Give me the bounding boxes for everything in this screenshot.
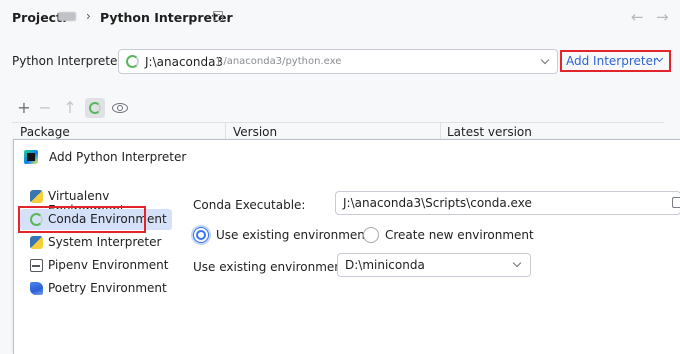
sidebar-item-conda[interactable]: Conda Environment xyxy=(20,209,172,230)
sidebar-item-label: Pipenv Environment xyxy=(48,258,169,272)
python-icon xyxy=(30,190,43,203)
breadcrumb-separator: › xyxy=(86,9,91,23)
minus-icon[interactable]: − xyxy=(35,98,55,118)
python-interpreter-label: Python Interpreter: xyxy=(12,54,127,68)
conda-executable-field[interactable]: J:\anaconda3\Scripts\conda.exe xyxy=(335,191,680,215)
add-interpreter-label: Add Interpreter xyxy=(566,54,658,68)
use-existing-radio-label[interactable]: Use existing environment xyxy=(216,228,370,242)
folder-icon[interactable] xyxy=(672,197,680,208)
add-python-interpreter-dialog: Add Python Interpreter Virtualenv Enviro… xyxy=(13,139,680,354)
sidebar-item-label: Poetry Environment xyxy=(48,281,167,295)
column-package[interactable]: Package xyxy=(20,125,70,139)
conda-icon xyxy=(30,213,43,226)
existing-environment-label: Use existing environment: xyxy=(193,260,351,274)
existing-environment-select[interactable]: D:\miniconda xyxy=(337,253,531,277)
existing-environment-value: D:\miniconda xyxy=(345,258,425,272)
packages-table-header: Package Version Latest version xyxy=(12,122,664,140)
chevron-down-icon xyxy=(512,258,522,268)
pipenv-icon xyxy=(30,259,43,272)
interpreter-name: J:\anaconda3 xyxy=(145,55,224,69)
sidebar-item-pipenv[interactable]: Pipenv Environment xyxy=(20,255,172,276)
plus-icon[interactable]: + xyxy=(14,98,34,118)
sidebar-item-label: System Interpreter xyxy=(48,235,162,249)
conda-executable-value: J:\anaconda3\Scripts\conda.exe xyxy=(343,196,532,210)
back-arrow-icon[interactable]: ← xyxy=(631,8,644,26)
python-interpreter-select[interactable]: J:\anaconda3 J:/anaconda3/python.exe xyxy=(118,49,558,74)
conda-icon xyxy=(126,55,139,68)
sidebar-item-label: Conda Environment xyxy=(48,212,167,226)
pin-icon[interactable] xyxy=(213,11,223,21)
poetry-icon xyxy=(30,282,43,295)
pycharm-logo-icon xyxy=(24,150,38,164)
project-name-redacted xyxy=(58,12,76,21)
add-interpreter-button[interactable]: Add Interpreter xyxy=(560,50,671,72)
sidebar-item-system[interactable]: System Interpreter xyxy=(20,232,172,253)
interpreter-path: J:/anaconda3/python.exe xyxy=(217,56,342,67)
column-latest-version[interactable]: Latest version xyxy=(447,125,532,139)
create-new-radio[interactable] xyxy=(363,227,379,243)
column-version[interactable]: Version xyxy=(233,125,277,139)
column-divider[interactable] xyxy=(225,123,226,139)
use-existing-radio[interactable] xyxy=(193,227,209,243)
column-divider[interactable] xyxy=(440,123,441,139)
sidebar-item-poetry[interactable]: Poetry Environment xyxy=(20,278,172,299)
eye-icon[interactable] xyxy=(110,98,130,118)
upgrade-icon[interactable]: ↑ xyxy=(60,98,80,118)
forward-arrow-icon[interactable]: → xyxy=(656,8,669,26)
settings-header: Project: › Python Interpreter ← → xyxy=(0,0,680,36)
chevron-down-icon xyxy=(540,55,550,65)
packages-toolbar: + − ↑ xyxy=(14,98,144,120)
create-new-radio-label[interactable]: Create new environment xyxy=(385,228,534,242)
conda-executable-label: Conda Executable: xyxy=(193,198,306,212)
dialog-title: Add Python Interpreter xyxy=(49,150,187,164)
conda-icon[interactable] xyxy=(85,98,105,118)
python-icon xyxy=(30,236,43,249)
sidebar-item-virtualenv[interactable]: Virtualenv Environment xyxy=(20,186,172,217)
